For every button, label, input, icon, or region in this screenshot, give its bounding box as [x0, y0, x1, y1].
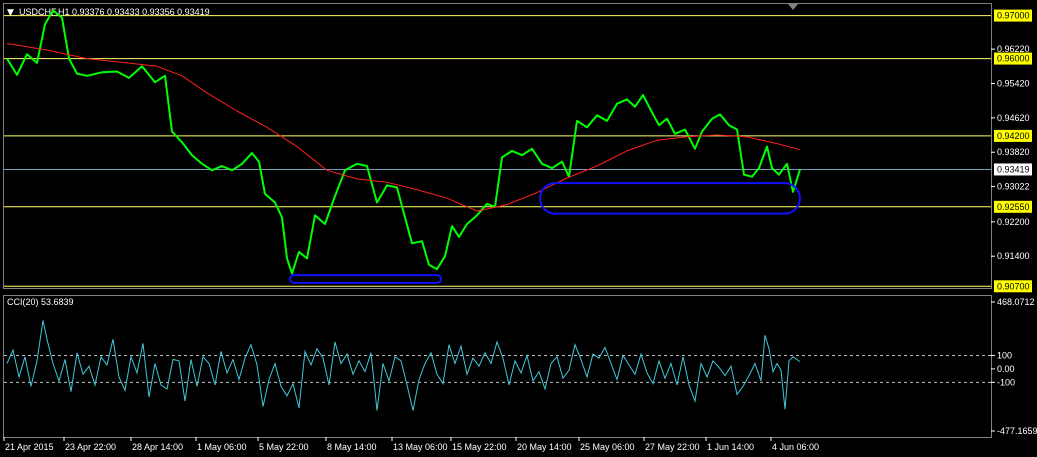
time-axis-label: 8 May 14:00 [327, 442, 377, 452]
time-axis-label: 5 May 22:00 [259, 442, 309, 452]
time-axis-label: 27 May 22:00 [645, 442, 700, 452]
cci-indicator-title: CCI(20) 53.6839 [7, 297, 74, 307]
time-axis-label: 21 Apr 2015 [5, 442, 54, 452]
price-axis-label: 0.93022 [997, 182, 1030, 192]
price-panel-frame [3, 3, 992, 289]
annotation-ellipse[interactable] [289, 274, 442, 284]
cci-panel-frame [3, 295, 992, 438]
price-series-line [6, 9, 801, 275]
cci-axis-label: -100 [997, 377, 1015, 387]
scroll-shift-marker-icon[interactable] [788, 4, 798, 10]
time-axis-label: 1 May 06:00 [197, 442, 247, 452]
time-axis-label: 25 May 06:00 [580, 442, 635, 452]
level-label: 0.97000 [997, 11, 1030, 21]
current-price-label: 0.93419 [997, 164, 1030, 174]
time-axis-label: 28 Apr 14:00 [132, 442, 183, 452]
chart-menu-icon[interactable]: ▼ [7, 8, 14, 18]
time-axis-label: 4 Jun 06:00 [772, 442, 819, 452]
price-axis-label: 0.94620 [997, 113, 1030, 123]
level-label: 0.90700 [997, 281, 1030, 291]
time-axis-label: 23 Apr 22:00 [65, 442, 116, 452]
price-axis-label: 0.91400 [997, 251, 1030, 261]
time-axis-label: 20 May 14:00 [517, 442, 572, 452]
level-label: 0.94200 [997, 131, 1030, 141]
cci-axis-label: 100 [997, 350, 1012, 360]
cci-axis-label: 0.00 [997, 364, 1015, 374]
time-axis-label: 13 May 06:00 [393, 442, 448, 452]
level-label: 0.92550 [997, 202, 1030, 212]
price-axis-label: 0.92200 [997, 217, 1030, 227]
level-label: 0.96000 [997, 54, 1030, 64]
cci-axis-label: -477.1659 [997, 426, 1037, 436]
cci-series-line [6, 320, 801, 411]
price-axis-label: 0.93820 [997, 147, 1030, 157]
price-axis-label: 0.95420 [997, 78, 1030, 88]
usdchf-h1-chart[interactable]: ▼ USDCHF,H1 0.93376 0.93433 0.93356 0.93… [0, 0, 1037, 457]
time-axis-label: 15 May 22:00 [452, 442, 507, 452]
moving-average-line [6, 43, 801, 212]
time-axis-label: 1 Jun 14:00 [707, 442, 754, 452]
annotation-ellipse[interactable] [539, 182, 801, 215]
cci-axis-label: 468.0712 [997, 297, 1035, 307]
